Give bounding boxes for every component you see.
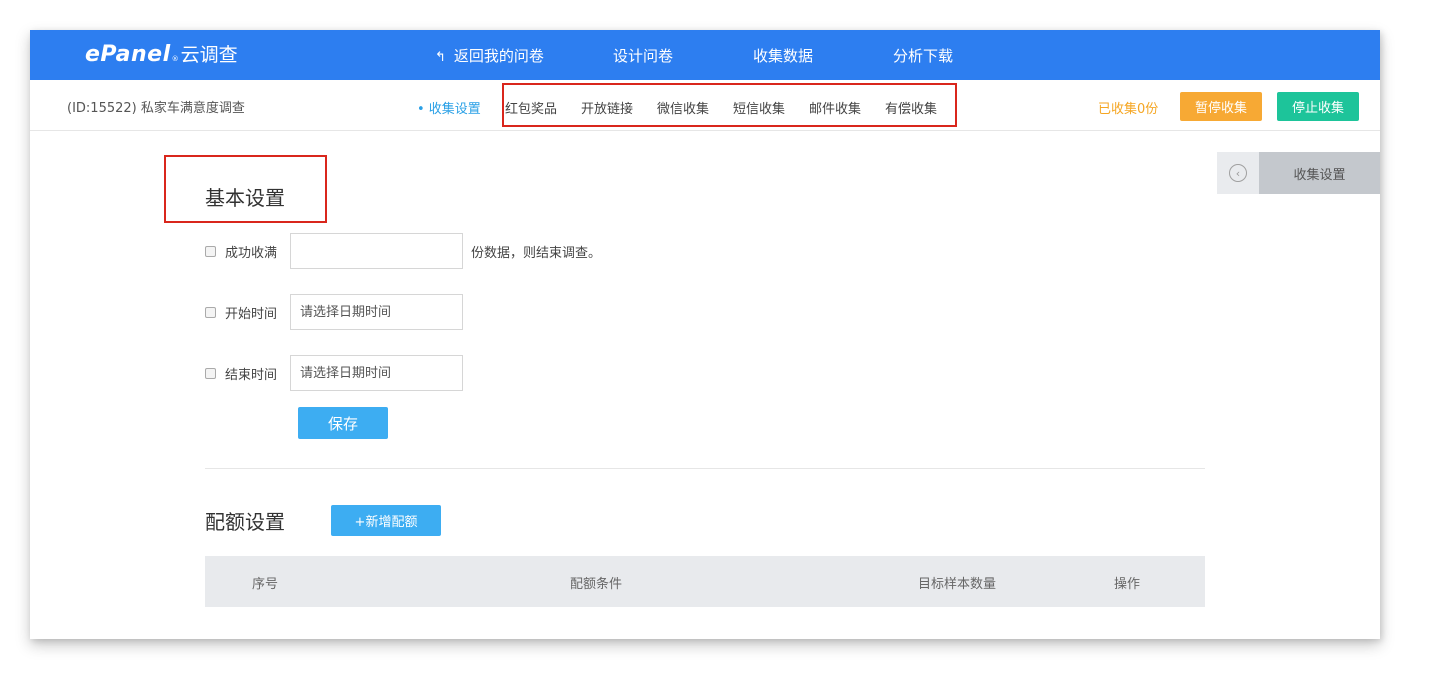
column-header-index: 序号	[252, 577, 279, 592]
side-panel-toggle[interactable]: ‹	[1217, 152, 1259, 194]
chevron-left-circle-icon: ‹	[1229, 164, 1247, 182]
logo-subtitle: 云调查	[180, 44, 238, 66]
end-time-label: 结束时间	[225, 368, 278, 383]
side-tab-collect-settings[interactable]: 收集设置	[1259, 152, 1380, 194]
start-time-label: 开始时间	[225, 307, 278, 322]
top-nav-bar: ePanel ® 云调查 ↰ 返回我的问卷 设计问卷 收集数据 分析下载	[30, 30, 1380, 80]
quota-limit-checkbox[interactable]	[205, 246, 216, 257]
quota-limit-input[interactable]	[290, 233, 463, 269]
save-button[interactable]: 保存	[298, 407, 388, 439]
logo-registered-mark: ®	[171, 55, 179, 63]
nav-back-label: 返回我的问卷	[453, 47, 544, 65]
end-time-input[interactable]	[290, 355, 463, 391]
start-time-input[interactable]	[290, 294, 463, 330]
nav-analyze-download[interactable]: 分析下载	[893, 45, 953, 66]
back-arrow-icon: ↰	[435, 50, 446, 65]
quota-settings-title: 配额设置	[205, 510, 285, 534]
highlight-box-collect-tabs	[502, 83, 957, 127]
tab-collect-settings[interactable]: • 收集设置	[417, 98, 481, 117]
quota-limit-suffix: 份数据，则结束调查。	[471, 246, 602, 261]
basic-settings-title: 基本设置	[205, 186, 285, 210]
column-header-target-count: 目标样本数量	[918, 577, 997, 592]
sub-nav-bar: (ID:15522) 私家车满意度调查 • 收集设置 红包奖品 开放链接 微信收…	[30, 80, 1380, 131]
logo[interactable]: ePanel ® 云调查	[85, 40, 238, 70]
collected-count: 已收集0份	[1098, 102, 1159, 117]
column-header-action: 操作	[1114, 577, 1141, 592]
app-window: ePanel ® 云调查 ↰ 返回我的问卷 设计问卷 收集数据 分析下载 (ID:…	[30, 30, 1380, 639]
quota-limit-label: 成功收满	[225, 246, 278, 261]
logo-brand: ePanel	[85, 42, 171, 67]
stop-collection-button[interactable]: 停止收集	[1277, 92, 1359, 121]
nav-back-to-my-surveys[interactable]: ↰ 返回我的问卷	[435, 45, 544, 66]
survey-id-title: (ID:15522) 私家车满意度调查	[67, 101, 245, 116]
section-divider	[205, 468, 1205, 469]
pause-collection-button[interactable]: 暂停收集	[1180, 92, 1262, 121]
end-time-checkbox[interactable]	[205, 368, 216, 379]
nav-collect-data[interactable]: 收集数据	[753, 45, 813, 66]
column-header-condition: 配额条件	[570, 577, 623, 592]
nav-design-survey[interactable]: 设计问卷	[613, 45, 673, 66]
quota-table-header: 序号 配额条件 目标样本数量 操作	[205, 556, 1205, 607]
start-time-checkbox[interactable]	[205, 307, 216, 318]
add-quota-button[interactable]: +新增配额	[331, 505, 441, 536]
